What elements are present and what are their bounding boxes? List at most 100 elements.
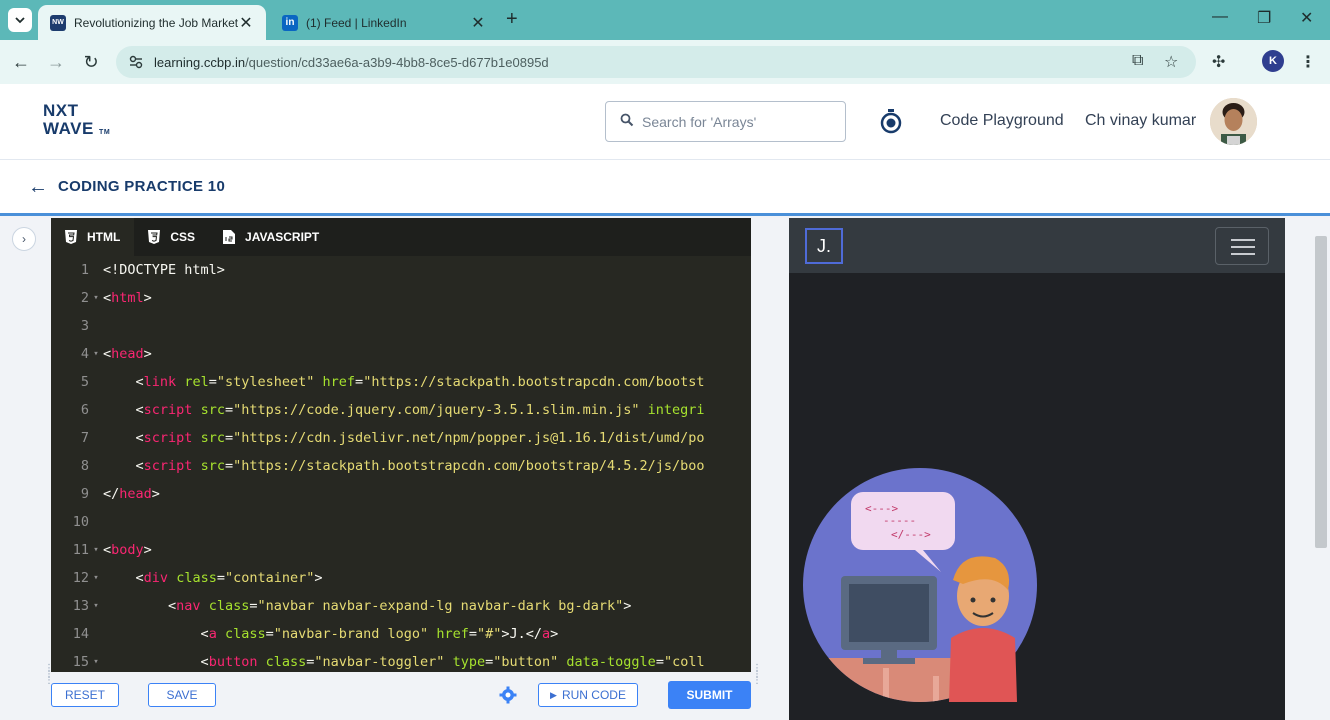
code-token: class [224,626,266,642]
code-token: script [143,402,193,418]
site-info-icon[interactable] [128,54,144,70]
code-token: "https://stackpath.bootstrapcdn.com/boot… [363,374,705,390]
tab-html[interactable]: HTML [51,218,135,256]
new-tab-plus-icon[interactable]: + [506,8,518,31]
fold-arrow-icon[interactable]: ▾ [89,657,103,667]
code-token: < [135,570,144,586]
save-button[interactable]: SAVE [148,683,216,707]
code-line[interactable]: 6 <script src="https://code.jquery.com/j… [51,396,751,424]
code-line[interactable]: 7 <script src="https://cdn.jsdelivr.net/… [51,424,751,452]
preview-scrollbar-thumb[interactable] [1315,236,1327,548]
code-line[interactable]: 8 <script src="https://stackpath.bootstr… [51,452,751,480]
bookmark-star-icon[interactable]: ☆ [1164,52,1178,72]
browser-tab-linkedin[interactable]: in (1) Feed | LinkedIn ✕ [270,5,498,40]
fold-arrow-icon[interactable]: ▾ [89,293,103,303]
reload-icon[interactable]: ↻ [79,50,103,74]
output-preview: J. <---> ----- </---> [789,218,1285,720]
code-line[interactable]: 5 <link rel="stylesheet" href="https://s… [51,368,751,396]
fold-arrow-icon[interactable]: ▾ [89,601,103,611]
preview-brand-logo[interactable]: J. [805,228,843,264]
search-input[interactable]: Search for 'Arrays' [605,101,846,142]
code-line[interactable]: 11 ▾ <body> [51,536,751,564]
close-window-icon[interactable]: ✕ [1300,8,1313,28]
code-line[interactable]: 13 ▾ <nav class="navbar navbar-expand-lg … [51,592,751,620]
code-line[interactable]: 1 <!DOCTYPE html> [51,256,751,284]
fold-arrow-icon[interactable]: ▾ [89,545,103,555]
code-token: >J.</ [501,626,543,642]
nxtwave-logo[interactable]: NXT WAVE TM [43,102,123,142]
code-line[interactable]: 9 </head> [51,480,751,508]
code-token: html [111,290,144,306]
code-token: button [208,654,258,670]
restore-icon[interactable]: ❐ [1257,8,1271,28]
code-token: = [216,570,225,586]
fold-arrow-icon[interactable]: ▾ [89,573,103,583]
code-line[interactable]: 3 [51,312,751,340]
code-token: type [452,654,486,670]
code-playground-link[interactable]: Code Playground [940,112,1064,130]
code-token: "navbar navbar-expand-lg navbar-dark bg-… [257,598,624,614]
browser-menu-icon[interactable]: ⋮ [1300,52,1316,72]
close-tab-icon[interactable]: ✕ [470,13,486,33]
code-line[interactable]: 12 ▾ <div class="container"> [51,564,751,592]
code-token: "https://stackpath.bootstrapcdn.com/boot… [233,458,705,474]
close-tab-icon[interactable]: ✕ [238,13,254,33]
expand-sidebar-chevron-icon[interactable]: › [12,227,36,251]
line-number: 1 [80,262,89,278]
tab-search-button[interactable] [8,8,32,32]
line-number: 4 [80,346,89,362]
line-number: 9 [80,486,89,502]
tab-javascript[interactable]: JAVASCRIPT [209,218,333,256]
tab-css[interactable]: CSS [134,218,209,256]
tab-javascript-label: JAVASCRIPT [245,230,320,244]
reset-button[interactable]: RESET [51,683,119,707]
code-token: "coll [663,654,705,670]
code-token: < [135,430,144,446]
code-text: <script src="https://stackpath.bootstrap… [103,458,705,474]
url-path: /question/cd33ae6a-a3b9-4bb8-8ce5-d677b1… [245,54,549,70]
code-token: < [135,402,144,418]
install-app-icon[interactable]: ⧉ [1132,52,1143,70]
user-name[interactable]: Ch vinay kumar [1085,112,1196,130]
user-avatar[interactable] [1210,98,1257,145]
right-resize-handle[interactable]: ⋮ ⋮ ⋮ [752,664,762,686]
code-line[interactable]: 15 ▾ <button class="navbar-toggler" type=… [51,648,751,672]
code-line[interactable]: 10 [51,508,751,536]
browser-profile-avatar[interactable]: K [1262,50,1284,72]
forward-arrow-icon[interactable]: → [44,50,68,74]
editor-footer: RESET SAVE ▶ RUN CODE SUBMIT [51,672,751,716]
code-area[interactable]: 1 <!DOCTYPE html> 2 ▾ <html> 3 4 ▾ <head> 5 <link… [51,256,751,672]
back-arrow-icon[interactable]: ← [9,50,33,74]
code-line[interactable]: 2 ▾ <html> [51,284,751,312]
code-token: link [143,374,177,390]
address-bar[interactable]: learning.ccbp.in/question/cd33ae6a-a3b9-… [116,46,1196,78]
code-token: head [111,346,144,362]
stopwatch-icon[interactable] [878,108,904,134]
code-line[interactable]: 4 ▾ <head> [51,340,751,368]
run-code-button[interactable]: ▶ RUN CODE [538,683,638,707]
code-token: = [468,626,477,642]
code-token: > [314,570,323,586]
extensions-puzzle-icon[interactable]: ✣ [1212,52,1225,72]
hamburger-menu-icon[interactable] [1215,227,1269,265]
code-token: > [143,290,152,306]
line-number: 7 [80,430,89,446]
back-arrow-icon[interactable]: ← [28,176,48,199]
play-icon: ▶ [550,689,557,700]
code-line[interactable]: 14 <a class="navbar-brand logo" href="#"… [51,620,751,648]
fold-arrow-icon[interactable]: ▾ [89,349,103,359]
submit-button[interactable]: SUBMIT [668,681,751,709]
settings-gear-icon[interactable] [499,686,517,704]
browser-tab-active[interactable]: NW Revolutionizing the Job Market ✕ [38,5,266,40]
code-token: "https://cdn.jsdelivr.net/npm/popper.js@… [233,430,705,446]
code-token: = [224,458,234,474]
minimize-icon[interactable]: — [1212,8,1228,26]
